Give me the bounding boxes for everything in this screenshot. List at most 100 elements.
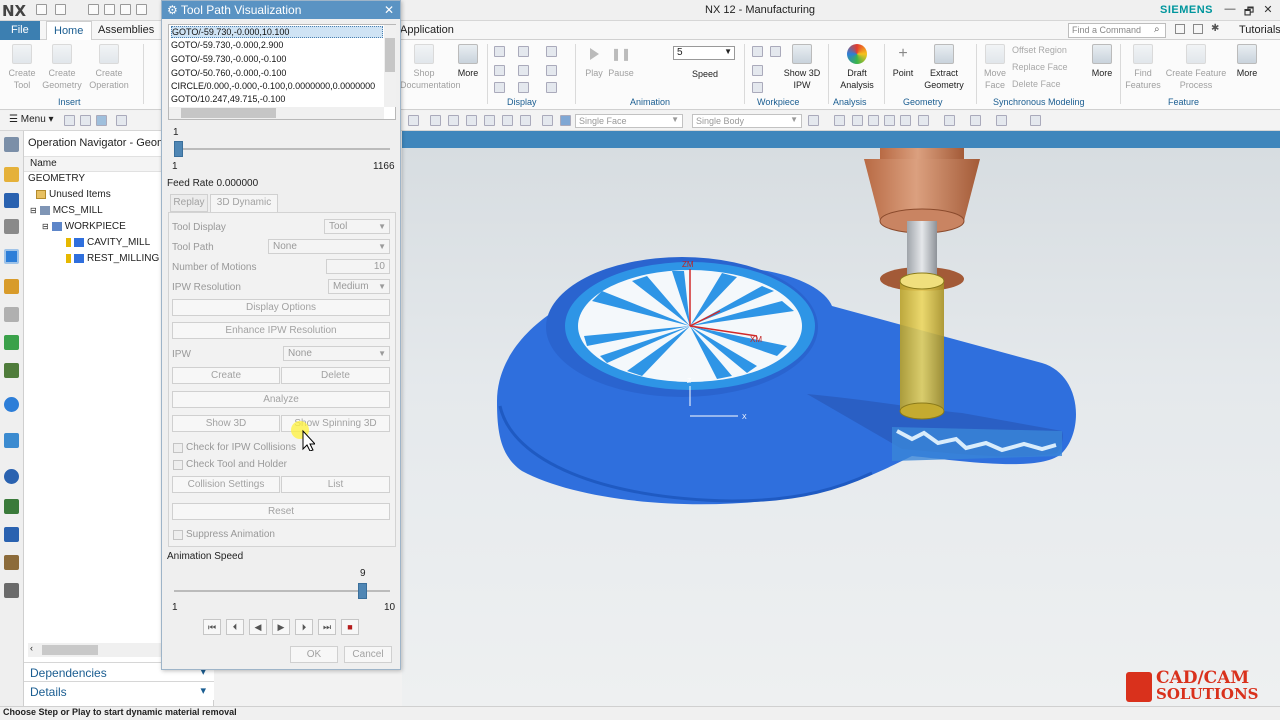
copy-icon[interactable] bbox=[104, 4, 115, 15]
create-tool-button[interactable]: Create Tool bbox=[4, 44, 40, 91]
process-studio-icon[interactable] bbox=[4, 527, 19, 542]
system-scenes-icon[interactable] bbox=[4, 583, 19, 598]
draft-analysis-button[interactable]: Draft Analysis bbox=[834, 44, 880, 91]
tree-item-workpiece[interactable]: ⊟ WORKPIECE bbox=[42, 221, 126, 232]
ipw-resolution-select[interactable]: Medium ▼ bbox=[328, 279, 390, 294]
offset-region-button[interactable]: Offset Region bbox=[1012, 45, 1067, 55]
display-icon-4[interactable] bbox=[494, 65, 505, 76]
view-icon-2[interactable] bbox=[852, 115, 863, 126]
ipw-select[interactable]: None ▼ bbox=[283, 346, 390, 361]
paste-icon[interactable] bbox=[120, 4, 131, 15]
display-icon-8[interactable] bbox=[518, 82, 529, 93]
more-button-1[interactable]: More bbox=[452, 44, 484, 79]
tab-assemblies[interactable]: Assemblies bbox=[98, 24, 154, 36]
enhance-ipw-resolution-button[interactable]: Enhance IPW Resolution bbox=[172, 322, 390, 339]
tool-path-listbox[interactable]: GOTO/-59.730,-0.000,10.100 GOTO/-59.730,… bbox=[168, 24, 396, 120]
redo-icon[interactable] bbox=[88, 4, 99, 15]
reset-button[interactable]: Reset bbox=[172, 503, 390, 520]
undo-icon[interactable] bbox=[55, 4, 66, 15]
filter-icon-4[interactable] bbox=[466, 115, 477, 126]
display-icon-9[interactable] bbox=[546, 82, 557, 93]
machine-tool-navigator-icon[interactable] bbox=[4, 279, 19, 294]
find-command-input[interactable]: Find a Command bbox=[1068, 23, 1166, 38]
create-button[interactable]: Create bbox=[172, 367, 280, 384]
suppress-animation-checkbox[interactable] bbox=[173, 530, 183, 540]
tree-item-cavity-mill[interactable]: CAVITY_MILL bbox=[66, 237, 150, 248]
nav-view-icon-4[interactable] bbox=[116, 115, 127, 126]
scroll-left-icon[interactable]: ‹ bbox=[30, 643, 33, 653]
point-button[interactable]: + Point bbox=[888, 44, 918, 79]
display-icon-1[interactable] bbox=[494, 46, 505, 57]
display-icon-5[interactable] bbox=[518, 65, 529, 76]
step-back-button[interactable]: ⏴ bbox=[226, 619, 244, 635]
animation-speed-thumb[interactable] bbox=[358, 583, 367, 599]
replace-face-button[interactable]: Replace Face bbox=[1012, 62, 1068, 72]
close-window-button[interactable]: ✕ bbox=[1262, 3, 1274, 16]
part-viewport[interactable]: ZM XM Z X bbox=[402, 131, 1280, 706]
close-icon[interactable]: ✕ bbox=[384, 3, 394, 17]
constraint-navigator-icon[interactable] bbox=[4, 219, 19, 234]
find-features-button[interactable]: Find Features bbox=[1124, 44, 1162, 91]
workpiece-icon-3[interactable] bbox=[752, 82, 763, 93]
tab-application[interactable]: Application bbox=[400, 24, 454, 36]
filter-icon-8[interactable] bbox=[542, 115, 553, 126]
create-feature-process-button[interactable]: Create Feature Process bbox=[1164, 44, 1228, 91]
tool-display-select[interactable]: Tool ▼ bbox=[324, 219, 390, 234]
display-icon-2[interactable] bbox=[518, 46, 529, 57]
palette-icon[interactable] bbox=[4, 499, 19, 514]
tab-3d-dynamic[interactable]: 3D Dynamic bbox=[210, 194, 278, 213]
operation-navigator-icon[interactable] bbox=[4, 249, 19, 264]
show-3d-ipw-button[interactable]: Show 3D IPW bbox=[780, 44, 824, 91]
rewind-to-start-button[interactable]: ⏮ bbox=[203, 619, 221, 635]
view-icon-3[interactable] bbox=[868, 115, 879, 126]
new-icon[interactable] bbox=[36, 4, 47, 15]
filter-icon-6[interactable] bbox=[502, 115, 513, 126]
create-geometry-button[interactable]: Create Geometry bbox=[42, 44, 82, 91]
motion-slider-track[interactable] bbox=[174, 148, 390, 150]
pause-button[interactable]: ❚❚ Pause bbox=[606, 44, 636, 79]
home-icon[interactable] bbox=[1193, 24, 1203, 34]
view-icon-8[interactable] bbox=[970, 115, 981, 126]
tab-file[interactable]: File bbox=[0, 21, 40, 40]
tree-item-rest-milling[interactable]: REST_MILLING bbox=[66, 253, 159, 264]
play-button[interactable]: ▶ bbox=[272, 619, 290, 635]
search-icon[interactable]: ⌕ bbox=[1154, 24, 1160, 35]
filter-icon-9[interactable] bbox=[560, 115, 571, 126]
delete-button[interactable]: Delete bbox=[281, 367, 390, 384]
tab-home[interactable]: Home bbox=[46, 21, 93, 40]
part-navigator-icon[interactable] bbox=[4, 167, 19, 182]
face-filter-select[interactable]: Single Face ▼ bbox=[575, 114, 683, 128]
workpiece-icon-1[interactable] bbox=[752, 46, 763, 57]
horizontal-scrollbar[interactable] bbox=[169, 107, 384, 119]
display-icon-3[interactable] bbox=[546, 46, 557, 57]
workpiece-icon-2[interactable] bbox=[752, 65, 763, 76]
extract-geometry-button[interactable]: Extract Geometry bbox=[918, 44, 970, 91]
motion-slider-thumb[interactable] bbox=[174, 141, 183, 157]
view-icon-7[interactable] bbox=[944, 115, 955, 126]
shop-documentation-button[interactable]: Shop Documentation bbox=[400, 44, 461, 91]
show-3d-button[interactable]: Show 3D bbox=[172, 415, 280, 432]
details-section[interactable]: Details ▾ bbox=[24, 681, 214, 700]
more-button-3[interactable]: More bbox=[1232, 44, 1262, 79]
list-item[interactable]: GOTO/-59.730,-0.000,2.900 bbox=[171, 40, 283, 50]
list-item[interactable]: GOTO/-59.730,-0.000,-0.100 bbox=[171, 54, 286, 64]
tab-replay[interactable]: Replay bbox=[170, 194, 208, 212]
list-item[interactable]: GOTO/-59.730,-0.000,10.100 bbox=[171, 26, 383, 38]
display-icon-6[interactable] bbox=[546, 65, 557, 76]
scrollbar-thumb[interactable] bbox=[181, 108, 276, 118]
body-filter-select[interactable]: Single Body ▼ bbox=[692, 114, 802, 128]
create-operation-button[interactable]: Create Operation bbox=[86, 44, 132, 91]
graphics-window[interactable]: ZM XM Z X bbox=[402, 131, 1280, 706]
view-icon-9[interactable] bbox=[996, 115, 1007, 126]
reuse-library-icon[interactable] bbox=[4, 335, 19, 350]
filter-icon-2[interactable] bbox=[430, 115, 441, 126]
dialog-title-bar[interactable]: ⚙ Tool Path Visualization bbox=[162, 1, 400, 19]
display-icon-7[interactable] bbox=[494, 82, 505, 93]
snap-icon-1[interactable] bbox=[808, 115, 819, 126]
move-face-button[interactable]: Move Face bbox=[980, 44, 1010, 91]
view-icon-5[interactable] bbox=[900, 115, 911, 126]
analyze-button[interactable]: Analyze bbox=[172, 391, 390, 408]
scrollbar-thumb[interactable] bbox=[385, 38, 395, 72]
gear-icon[interactable]: ✱ bbox=[1211, 23, 1219, 34]
filter-icon-7[interactable] bbox=[520, 115, 531, 126]
